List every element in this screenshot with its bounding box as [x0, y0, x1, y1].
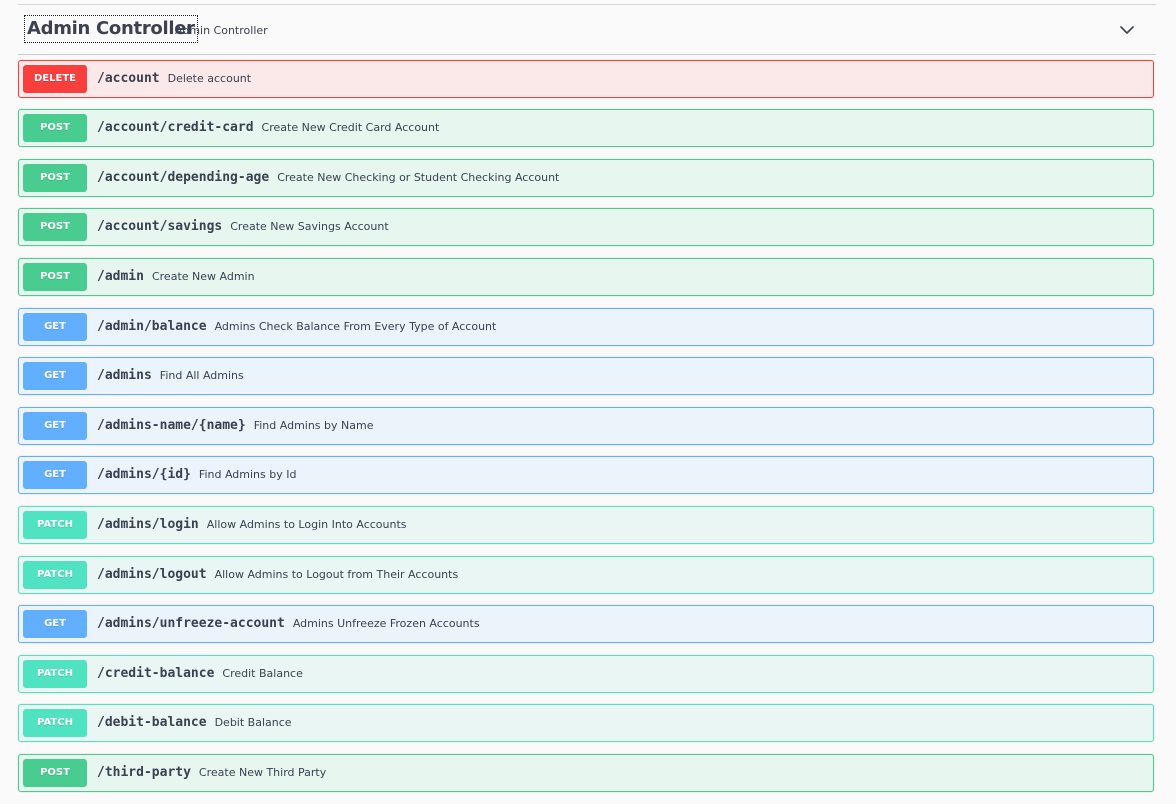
operation-row[interactable]: GET /admins-name/{name} Find Admins by Na… — [18, 407, 1154, 445]
section-description: Admin Controller — [175, 24, 268, 37]
operation-summary: Create New Credit Card Account — [261, 121, 440, 134]
operation-row[interactable]: POST /account/depending-age Create New Ch… — [18, 159, 1154, 197]
method-badge: GET — [23, 313, 87, 341]
operation-summary: Allow Admins to Logout from Their Accoun… — [214, 568, 459, 581]
path-text: /credit-balance — [97, 666, 215, 681]
operation-path: /credit-balance Credit Balance — [97, 656, 303, 692]
operation-summary: Admins Check Balance From Every Type of … — [214, 320, 497, 333]
method-badge: GET — [23, 412, 87, 440]
operation-row[interactable]: PATCH /credit-balance Credit Balance — [18, 655, 1154, 693]
operation-summary: Debit Balance — [214, 716, 292, 729]
operation-summary: Create New Checking or Student Checking … — [277, 171, 560, 184]
operation-summary: Delete account — [167, 72, 252, 85]
operation-row[interactable]: POST /third-party Create New Third Party — [18, 754, 1154, 792]
operation-path: /admins/unfreeze-account Admins Unfreeze … — [97, 606, 480, 642]
path-text: /account — [97, 71, 160, 86]
operation-path: /account/depending-age Create New Checkin… — [97, 160, 559, 196]
operation-path: /admins/logout Allow Admins to Logout fro… — [97, 557, 458, 593]
method-badge: GET — [23, 610, 87, 638]
method-badge: POST — [23, 263, 87, 291]
operation-row[interactable]: DELETE /account Delete account — [18, 60, 1154, 98]
method-badge: PATCH — [23, 709, 87, 737]
operation-path: /account/credit-card Create New Credit Ca… — [97, 110, 439, 146]
operation-row[interactable]: POST /account/savings Create New Savings … — [18, 208, 1154, 246]
operation-summary: Admins Unfreeze Frozen Accounts — [292, 617, 480, 630]
operation-path: /admins-name/{name} Find Admins by Name — [97, 408, 373, 444]
path-text: /debit-balance — [97, 715, 207, 730]
method-badge: PATCH — [23, 511, 87, 539]
path-text: /admins/login — [97, 517, 199, 532]
method-badge: POST — [23, 114, 87, 142]
method-badge: GET — [23, 461, 87, 489]
method-badge: POST — [23, 213, 87, 241]
operation-summary: Credit Balance — [222, 667, 303, 680]
operation-path: /account/savings Create New Savings Accou… — [97, 209, 389, 245]
operation-row[interactable]: PATCH /admins/login Allow Admins to Login… — [18, 506, 1154, 544]
operation-summary: Find Admins by Id — [198, 468, 297, 481]
operation-row[interactable]: GET /admin/balance Admins Check Balance F… — [18, 308, 1154, 346]
method-badge: POST — [23, 164, 87, 192]
section-header[interactable]: Admin Controller Admin Controller — [18, 5, 1156, 55]
operation-row[interactable]: GET /admins/unfreeze-account Admins Unfre… — [18, 605, 1154, 643]
operation-summary: Create New Third Party — [198, 766, 327, 779]
operation-path: /admin Create New Admin — [97, 259, 255, 295]
operation-row[interactable]: POST /account/credit-card Create New Cred… — [18, 109, 1154, 147]
operation-path: /debit-balance Debit Balance — [97, 705, 292, 741]
method-badge: PATCH — [23, 561, 87, 589]
method-badge: GET — [23, 362, 87, 390]
path-text: /admins-name/{name} — [97, 418, 246, 433]
section-title[interactable]: Admin Controller — [24, 15, 198, 43]
operation-path: /admin/balance Admins Check Balance From … — [97, 309, 496, 345]
path-text: /admins/unfreeze-account — [97, 616, 285, 631]
path-text: /admins/{id} — [97, 467, 191, 482]
path-text: /account/credit-card — [97, 120, 254, 135]
operation-row[interactable]: PATCH /debit-balance Debit Balance — [18, 704, 1154, 742]
operation-summary: Find All Admins — [159, 369, 244, 382]
path-text: /third-party — [97, 765, 191, 780]
method-badge: DELETE — [23, 65, 87, 93]
operation-path: /admins Find All Admins — [97, 358, 244, 394]
operation-summary: Create New Savings Account — [230, 220, 389, 233]
operation-path: /admins/{id} Find Admins by Id — [97, 457, 296, 493]
method-badge: PATCH — [23, 660, 87, 688]
path-text: /admin/balance — [97, 319, 207, 334]
path-text: /account/savings — [97, 219, 223, 234]
operation-path: /account Delete account — [97, 61, 251, 97]
operation-row[interactable]: PATCH /admins/logout Allow Admins to Logo… — [18, 556, 1154, 594]
operation-row[interactable]: POST /admin Create New Admin — [18, 258, 1154, 296]
operation-path: /third-party Create New Third Party — [97, 755, 326, 791]
operation-summary: Find Admins by Name — [253, 419, 374, 432]
path-text: /account/depending-age — [97, 170, 270, 185]
operation-summary: Create New Admin — [151, 270, 255, 283]
operation-summary: Allow Admins to Login Into Accounts — [206, 518, 407, 531]
chevron-down-icon[interactable] — [1120, 23, 1134, 37]
operation-path: /admins/login Allow Admins to Login Into … — [97, 507, 407, 543]
path-text: /admins — [97, 368, 152, 383]
method-badge: POST — [23, 759, 87, 787]
operation-row[interactable]: GET /admins Find All Admins — [18, 357, 1154, 395]
path-text: /admin — [97, 269, 144, 284]
operation-row[interactable]: GET /admins/{id} Find Admins by Id — [18, 456, 1154, 494]
path-text: /admins/logout — [97, 567, 207, 582]
